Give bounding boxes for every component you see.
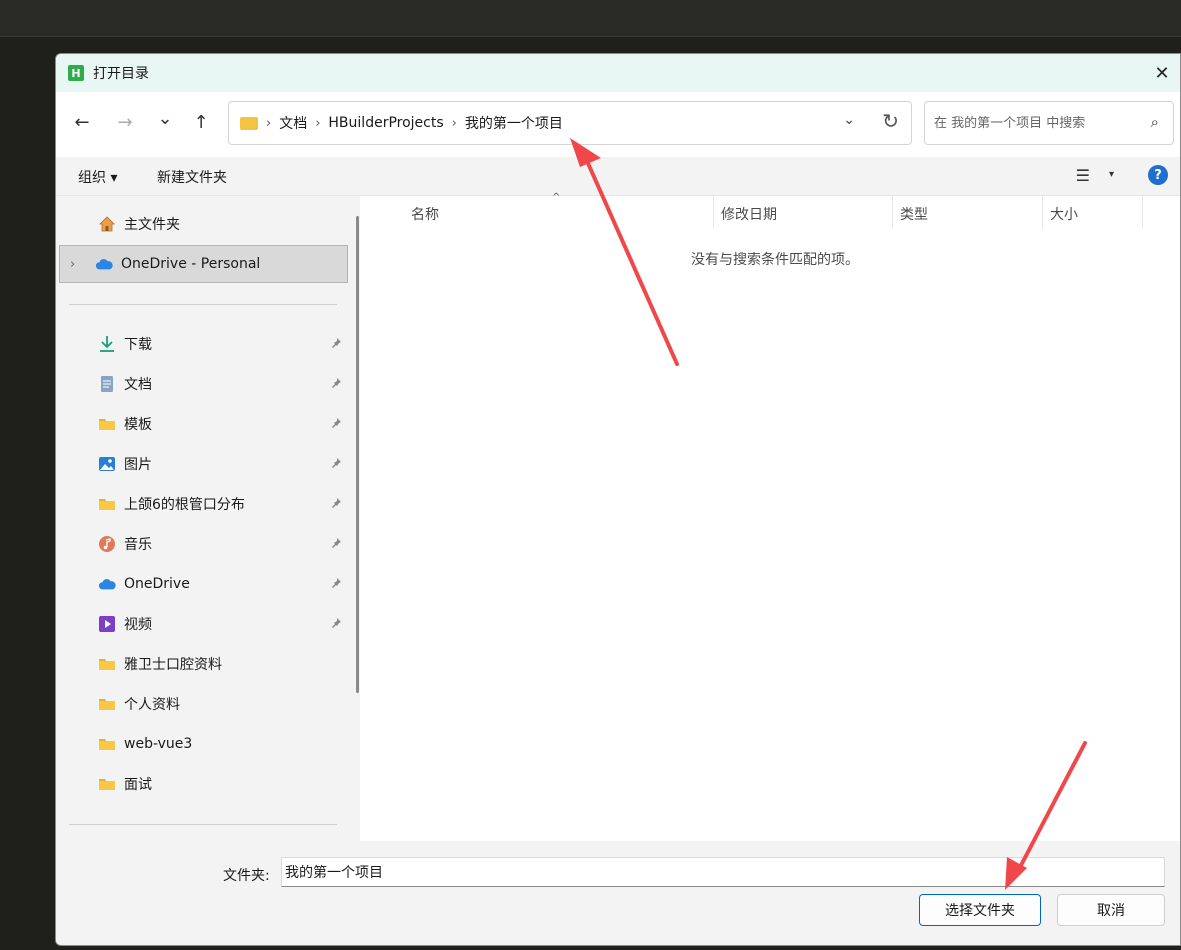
- annotation-arrow-to-select-button: [1005, 741, 1087, 890]
- annotation-arrow-to-breadcrumb: [570, 138, 679, 366]
- annotation-arrows: [570, 138, 1087, 890]
